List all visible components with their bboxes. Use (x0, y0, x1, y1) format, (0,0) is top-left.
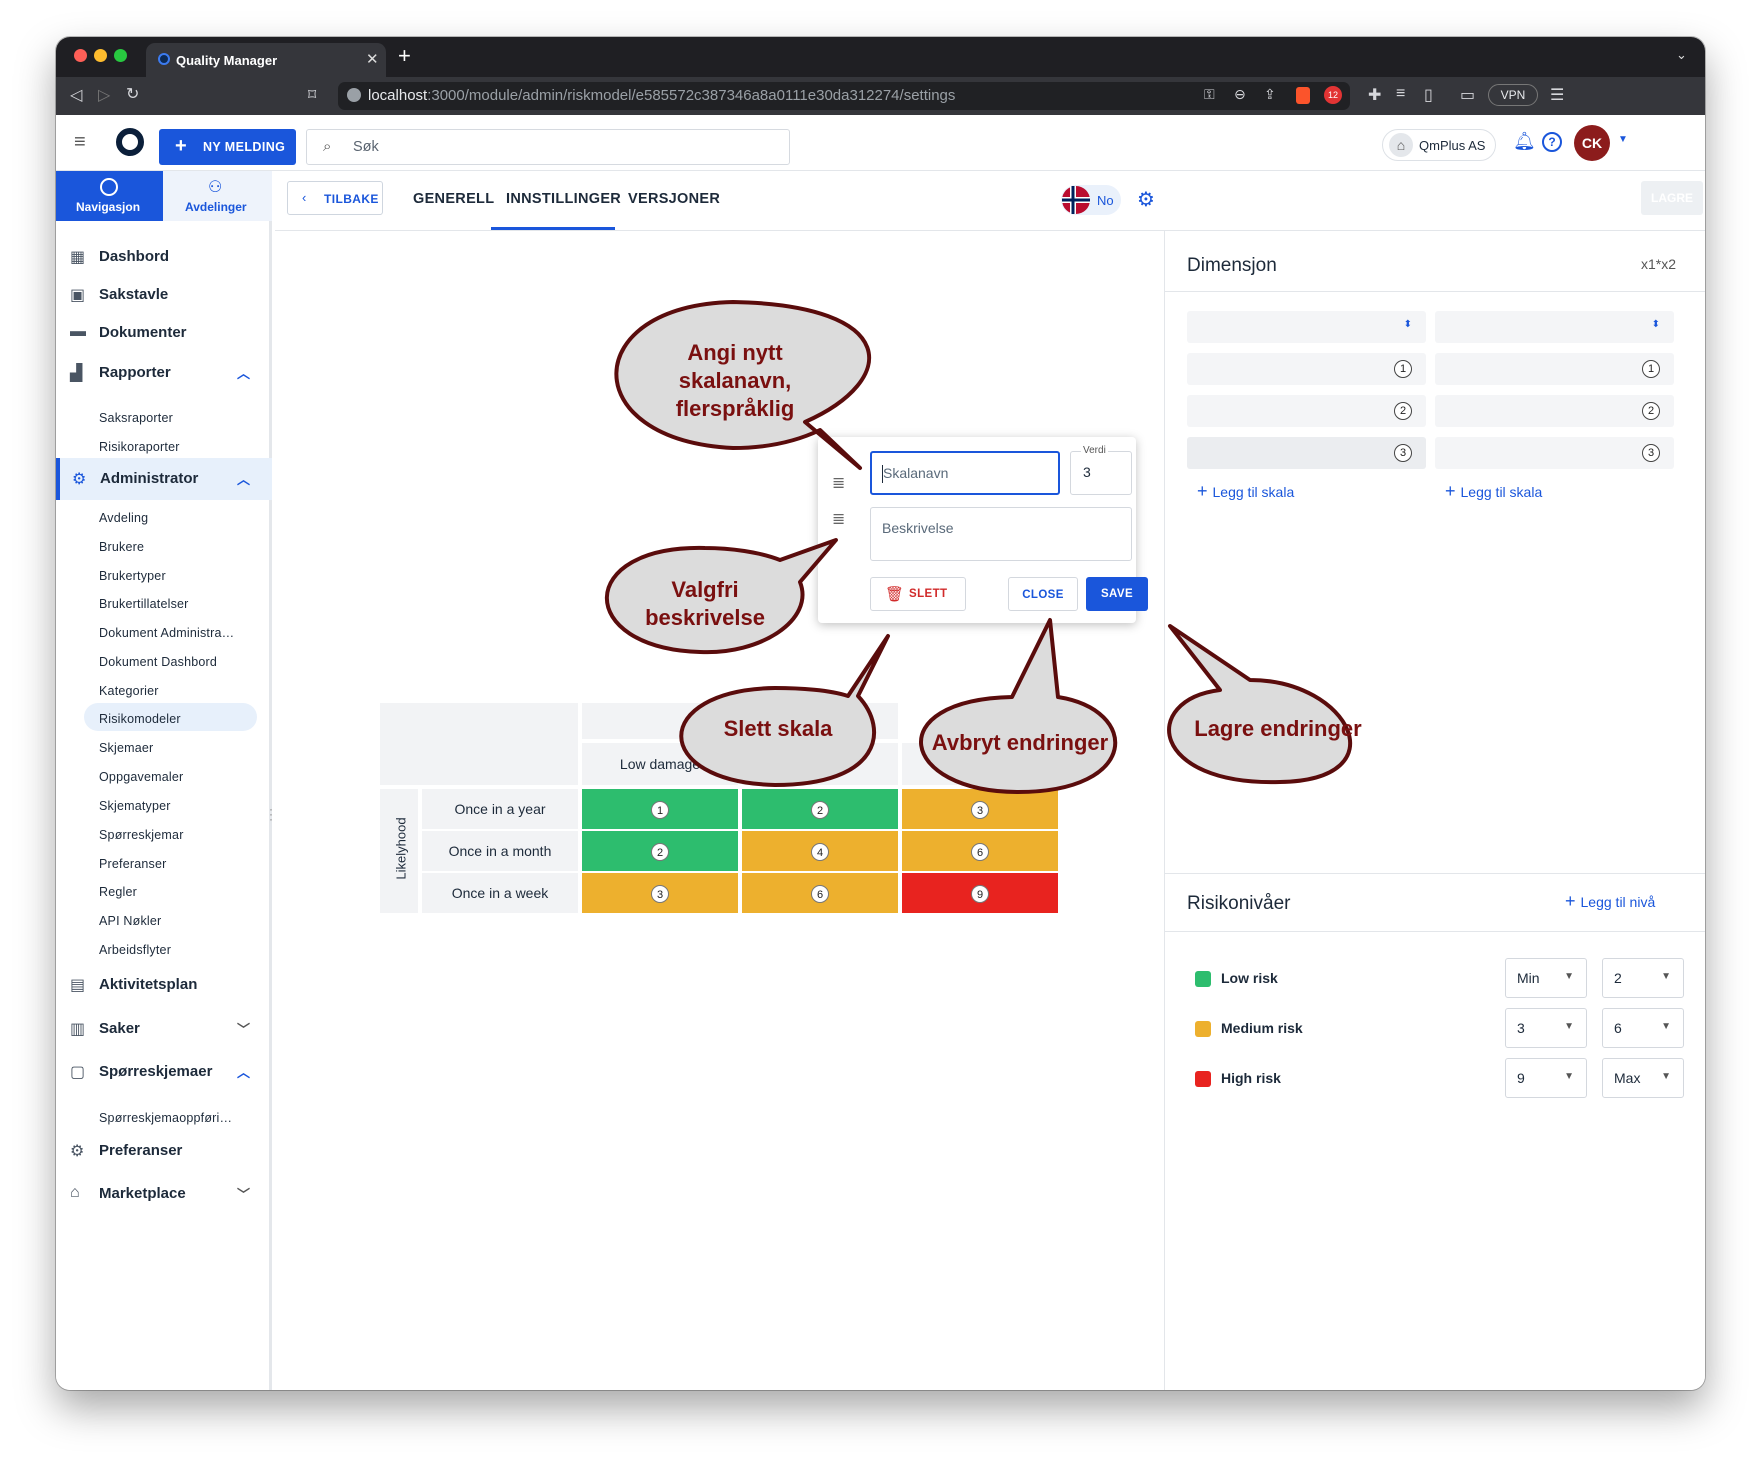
callout-overlay: Angi nytt skalanavn, flerspråklig Valgfri b… (605, 300, 1362, 794)
callout-bubble-delete (679, 634, 890, 787)
callout-bubble-save (1167, 624, 1353, 785)
callout-text-save: Lagre endringer (1194, 716, 1362, 741)
callout-line: Valgfri (671, 577, 738, 602)
callout-text-name: Angi nytt skalanavn, flerspråklig (676, 340, 795, 421)
callout-text-delete: Slett skala (724, 716, 834, 741)
callout-text-cancel: Avbryt endringer (932, 730, 1109, 755)
callout-line: Angi nytt (687, 340, 783, 365)
callout-line: beskrivelse (645, 605, 765, 630)
callout-bubble-cancel (919, 618, 1118, 794)
callout-line: skalanavn, (679, 368, 792, 393)
callout-line: flerspråklig (676, 396, 795, 421)
